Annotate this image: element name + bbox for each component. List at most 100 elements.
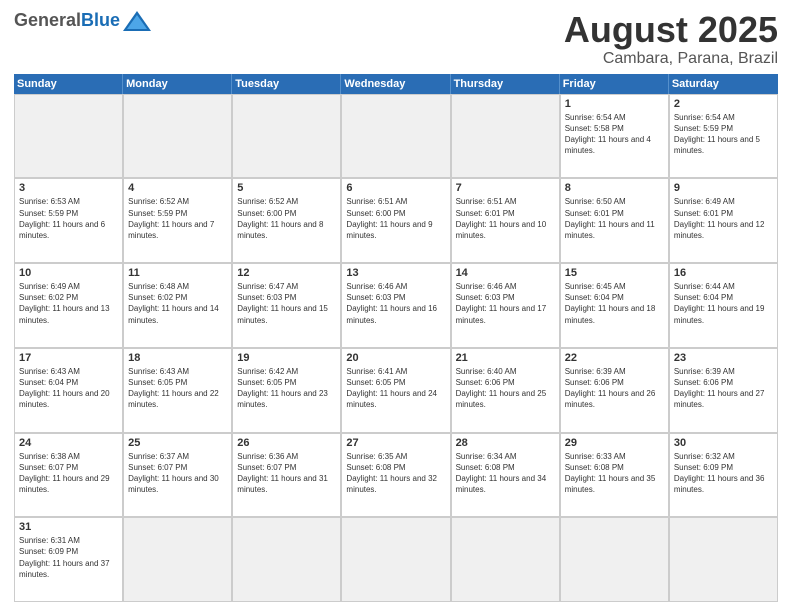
day-cell-16: 16Sunrise: 6:44 AMSunset: 6:04 PMDayligh… — [669, 263, 778, 348]
day-number: 10 — [19, 267, 118, 279]
day-number: 23 — [674, 352, 773, 364]
day-info: Sunrise: 6:41 AMSunset: 6:05 PMDaylight:… — [346, 366, 445, 411]
day-cell-18: 18 Sunrise: 6:43 AMSunset: 6:05 PMDayligh… — [123, 348, 232, 433]
weekday-header-tuesday: Tuesday — [232, 74, 341, 94]
day-info: Sunrise: 6:53 AMSunset: 5:59 PMDaylight:… — [19, 196, 118, 241]
day-cell-1: 1Sunrise: 6:54 AMSunset: 5:58 PMDaylight… — [560, 94, 669, 179]
empty-cell — [451, 94, 560, 179]
day-number: 12 — [237, 267, 336, 279]
day-info: Sunrise: 6:54 AMSunset: 5:58 PMDaylight:… — [565, 112, 664, 157]
day-info: Sunrise: 6:49 AMSunset: 6:01 PMDaylight:… — [674, 196, 773, 241]
day-cell-28: 28 Sunrise: 6:34 AMSunset: 6:08 PMDayligh… — [451, 433, 560, 518]
day-number: 20 — [346, 352, 445, 364]
day-info: Sunrise: 6:39 AMSunset: 6:06 PMDaylight:… — [674, 366, 773, 411]
day-info: Sunrise: 6:54 AMSunset: 5:59 PMDaylight:… — [674, 112, 773, 157]
day-number: 14 — [456, 267, 555, 279]
title-block: August 2025 Cambara, Parana, Brazil — [564, 10, 778, 68]
day-number: 25 — [128, 437, 227, 449]
day-info: Sunrise: 6:45 AMSunset: 6:04 PMDaylight:… — [565, 281, 664, 326]
day-info: Sunrise: 6:52 AMSunset: 5:59 PMDaylight:… — [128, 196, 227, 241]
day-cell-7: 7 Sunrise: 6:51 AMSunset: 6:01 PMDaylight… — [451, 178, 560, 263]
day-info: Sunrise: 6:40 AMSunset: 6:06 PMDaylight:… — [456, 366, 555, 411]
day-info: Sunrise: 6:37 AMSunset: 6:07 PMDaylight:… — [128, 451, 227, 496]
day-info: Sunrise: 6:52 AMSunset: 6:00 PMDaylight:… — [237, 196, 336, 241]
day-info: Sunrise: 6:51 AMSunset: 6:00 PMDaylight:… — [346, 196, 445, 241]
day-info: Sunrise: 6:33 AMSunset: 6:08 PMDaylight:… — [565, 451, 664, 496]
weekday-header-monday: Monday — [123, 74, 232, 94]
day-cell-9: 9Sunrise: 6:49 AMSunset: 6:01 PMDaylight… — [669, 178, 778, 263]
day-number: 21 — [456, 352, 555, 364]
day-cell-31: 31Sunrise: 6:31 AMSunset: 6:09 PMDayligh… — [14, 517, 123, 602]
calendar-header-row: SundayMondayTuesdayWednesdayThursdayFrid… — [14, 74, 778, 94]
day-cell-27: 27 Sunrise: 6:35 AMSunset: 6:08 PMDayligh… — [341, 433, 450, 518]
day-info: Sunrise: 6:47 AMSunset: 6:03 PMDaylight:… — [237, 281, 336, 326]
day-number: 30 — [674, 437, 773, 449]
day-info: Sunrise: 6:38 AMSunset: 6:07 PMDaylight:… — [19, 451, 118, 496]
day-cell-24: 24 Sunrise: 6:38 AMSunset: 6:07 PMDayligh… — [14, 433, 123, 518]
day-info: Sunrise: 6:42 AMSunset: 6:05 PMDaylight:… — [237, 366, 336, 411]
day-cell-22: 22 Sunrise: 6:39 AMSunset: 6:06 PMDayligh… — [560, 348, 669, 433]
day-cell-17: 17Sunrise: 6:43 AMSunset: 6:04 PMDayligh… — [14, 348, 123, 433]
day-number: 5 — [237, 182, 336, 194]
day-cell-11: 11 Sunrise: 6:48 AMSunset: 6:02 PMDayligh… — [123, 263, 232, 348]
day-number: 15 — [565, 267, 664, 279]
weekday-header-wednesday: Wednesday — [341, 74, 450, 94]
day-cell-20: 20 Sunrise: 6:41 AMSunset: 6:05 PMDayligh… — [341, 348, 450, 433]
day-cell-15: 15 Sunrise: 6:45 AMSunset: 6:04 PMDayligh… — [560, 263, 669, 348]
day-cell-10: 10Sunrise: 6:49 AMSunset: 6:02 PMDayligh… — [14, 263, 123, 348]
day-cell-29: 29 Sunrise: 6:33 AMSunset: 6:08 PMDayligh… — [560, 433, 669, 518]
day-cell-30: 30 Sunrise: 6:32 AMSunset: 6:09 PMDayligh… — [669, 433, 778, 518]
header: General Blue August 2025 Cambara, Parana… — [14, 10, 778, 68]
day-info: Sunrise: 6:43 AMSunset: 6:05 PMDaylight:… — [128, 366, 227, 411]
day-number: 24 — [19, 437, 118, 449]
logo-blue: Blue — [81, 10, 120, 31]
calendar: SundayMondayTuesdayWednesdayThursdayFrid… — [14, 74, 778, 602]
calendar-title: August 2025 — [564, 10, 778, 50]
day-cell-4: 4 Sunrise: 6:52 AMSunset: 5:59 PMDaylight… — [123, 178, 232, 263]
day-number: 19 — [237, 352, 336, 364]
weekday-header-sunday: Sunday — [14, 74, 123, 94]
day-info: Sunrise: 6:48 AMSunset: 6:02 PMDaylight:… — [128, 281, 227, 326]
empty-cell — [14, 94, 123, 179]
empty-cell — [123, 94, 232, 179]
day-number: 8 — [565, 182, 664, 194]
day-number: 6 — [346, 182, 445, 194]
day-number: 27 — [346, 437, 445, 449]
day-number: 22 — [565, 352, 664, 364]
day-cell-13: 13Sunrise: 6:46 AMSunset: 6:03 PMDayligh… — [341, 263, 450, 348]
empty-cell — [341, 94, 450, 179]
empty-cell — [123, 517, 232, 602]
day-number: 28 — [456, 437, 555, 449]
day-info: Sunrise: 6:44 AMSunset: 6:04 PMDaylight:… — [674, 281, 773, 326]
day-number: 17 — [19, 352, 118, 364]
day-cell-14: 14 Sunrise: 6:46 AMSunset: 6:03 PMDayligh… — [451, 263, 560, 348]
day-number: 11 — [128, 267, 227, 279]
day-cell-3: 3Sunrise: 6:53 AMSunset: 5:59 PMDaylight… — [14, 178, 123, 263]
calendar-subtitle: Cambara, Parana, Brazil — [564, 50, 778, 68]
day-number: 7 — [456, 182, 555, 194]
weekday-header-friday: Friday — [560, 74, 669, 94]
weekday-header-thursday: Thursday — [451, 74, 560, 94]
day-cell-6: 6 Sunrise: 6:51 AMSunset: 6:00 PMDaylight… — [341, 178, 450, 263]
day-number: 4 — [128, 182, 227, 194]
day-info: Sunrise: 6:35 AMSunset: 6:08 PMDaylight:… — [346, 451, 445, 496]
day-info: Sunrise: 6:34 AMSunset: 6:08 PMDaylight:… — [456, 451, 555, 496]
day-info: Sunrise: 6:32 AMSunset: 6:09 PMDaylight:… — [674, 451, 773, 496]
empty-cell — [669, 517, 778, 602]
logo: General Blue — [14, 10, 151, 31]
day-number: 18 — [128, 352, 227, 364]
day-cell-2: 2Sunrise: 6:54 AMSunset: 5:59 PMDaylight… — [669, 94, 778, 179]
logo-icon — [123, 11, 151, 31]
day-info: Sunrise: 6:46 AMSunset: 6:03 PMDaylight:… — [456, 281, 555, 326]
day-info: Sunrise: 6:39 AMSunset: 6:06 PMDaylight:… — [565, 366, 664, 411]
day-cell-8: 8Sunrise: 6:50 AMSunset: 6:01 PMDaylight… — [560, 178, 669, 263]
day-number: 26 — [237, 437, 336, 449]
day-cell-12: 12 Sunrise: 6:47 AMSunset: 6:03 PMDayligh… — [232, 263, 341, 348]
page: General Blue August 2025 Cambara, Parana… — [0, 0, 792, 612]
day-number: 13 — [346, 267, 445, 279]
day-info: Sunrise: 6:51 AMSunset: 6:01 PMDaylight:… — [456, 196, 555, 241]
empty-cell — [560, 517, 669, 602]
day-cell-19: 19 Sunrise: 6:42 AMSunset: 6:05 PMDayligh… — [232, 348, 341, 433]
day-number: 29 — [565, 437, 664, 449]
empty-cell — [232, 94, 341, 179]
